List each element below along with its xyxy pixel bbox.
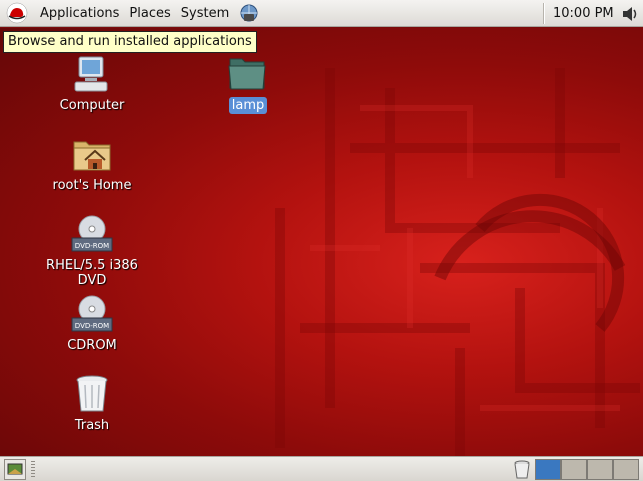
desktop-icon-rhel-dvd[interactable]: DVD-ROM RHEL/5.5 i386 DVD bbox=[27, 214, 157, 289]
bottom-panel bbox=[0, 456, 643, 481]
desktop[interactable]: Computer root's Home DVD-ROM RHEL/5.5 i3… bbox=[0, 28, 643, 456]
redhat-logo-icon[interactable] bbox=[6, 2, 28, 24]
desktop-icon-lamp[interactable]: lamp bbox=[183, 54, 313, 114]
desktop-icon-cdrom[interactable]: DVD-ROM CDROM bbox=[27, 294, 157, 354]
show-desktop-button[interactable] bbox=[4, 459, 26, 480]
trash-applet-icon[interactable] bbox=[513, 460, 531, 479]
folder-icon bbox=[228, 58, 266, 90]
home-folder-icon bbox=[73, 141, 111, 171]
trash-icon bbox=[76, 375, 108, 412]
workspace-1[interactable] bbox=[535, 459, 561, 480]
desktop-icon-computer[interactable]: Computer bbox=[27, 54, 157, 114]
system-menu[interactable]: System bbox=[176, 0, 234, 27]
desktop-icon-trash[interactable]: Trash bbox=[27, 374, 157, 434]
clock[interactable]: 10:00 PM bbox=[553, 0, 614, 27]
desktop-icon-label: CDROM bbox=[67, 338, 117, 353]
workspace-3[interactable] bbox=[587, 459, 613, 480]
dvd-badge-text: DVD-ROM bbox=[75, 242, 109, 250]
desktop-icon-label: lamp bbox=[228, 97, 268, 114]
applications-tooltip: Browse and run installed applications bbox=[3, 31, 257, 53]
dvd-icon: DVD-ROM bbox=[71, 295, 113, 332]
volume-icon[interactable] bbox=[620, 4, 640, 24]
applications-menu[interactable]: Applications bbox=[35, 0, 124, 27]
computer-icon bbox=[74, 56, 108, 92]
places-menu[interactable]: Places bbox=[124, 0, 175, 27]
desktop-icon-label: root's Home bbox=[52, 178, 132, 193]
tray-separator bbox=[543, 3, 545, 24]
panel-grip[interactable] bbox=[31, 461, 35, 478]
network-globe-icon[interactable] bbox=[238, 3, 260, 23]
desktop-icon-label: Trash bbox=[74, 418, 110, 433]
dvd-icon: DVD-ROM bbox=[71, 215, 113, 252]
workspace-4[interactable] bbox=[613, 459, 639, 480]
desktop-icon-label: Computer bbox=[59, 98, 125, 113]
dvd-badge-text: DVD-ROM bbox=[75, 322, 109, 330]
workspace-2[interactable] bbox=[561, 459, 587, 480]
desktop-icon-label: RHEL/5.5 i386 DVD bbox=[46, 258, 138, 288]
show-desktop-icon bbox=[7, 463, 23, 475]
desktop-icon-home[interactable]: root's Home bbox=[27, 134, 157, 194]
top-panel: Applications Places System 10:00 PM bbox=[0, 0, 643, 27]
